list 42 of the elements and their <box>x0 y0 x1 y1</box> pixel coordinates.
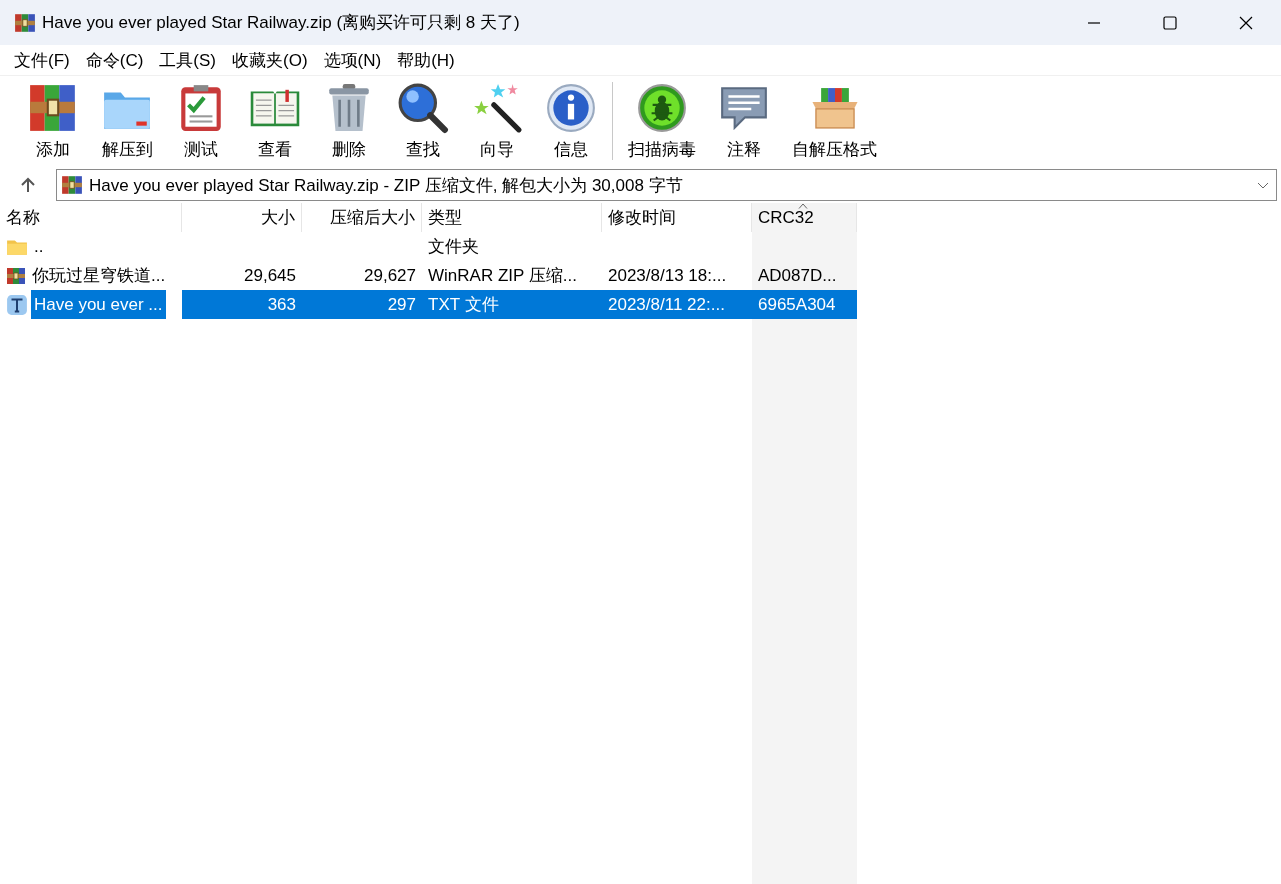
table-cell: 2023/8/11 22:... <box>602 290 752 319</box>
table-cell: 297 <box>302 290 422 319</box>
file-name[interactable]: Have you ever ... <box>31 290 166 319</box>
window-title: Have you ever played Star Railway.zip (离购买许可只剩 8 天了) <box>42 12 521 34</box>
table-cell-text: WinRAR ZIP 压缩... <box>427 265 578 287</box>
toolbar-button[interactable]: 信息 <box>534 76 608 166</box>
table-cell-text: 2023/8/13 18:... <box>607 264 728 287</box>
file-name[interactable]: 你玩过星穹铁道... <box>29 261 169 290</box>
menu-item[interactable]: 选项(N) <box>315 46 390 74</box>
menu-item[interactable]: 工具(S) <box>151 46 224 74</box>
maximize-icon[interactable] <box>1162 14 1178 31</box>
toolbar-button[interactable]: 添加 <box>16 76 90 166</box>
bug-icon <box>636 81 688 134</box>
archive-icon <box>6 265 26 286</box>
toolbar-button[interactable]: 删除 <box>312 76 386 166</box>
menu-item[interactable]: 收藏夹(O) <box>224 46 316 74</box>
app-logo-icon <box>14 11 36 34</box>
menu-item[interactable]: 帮助(H) <box>389 46 463 74</box>
table-cell-text: AD087D... <box>757 264 838 287</box>
toolbar-button[interactable]: 查看 <box>238 76 312 166</box>
toolbar-button[interactable]: 查找 <box>386 76 460 166</box>
toolbar-button[interactable]: 扫描病毒 <box>617 76 707 166</box>
text-file-icon <box>6 293 28 316</box>
table-cell-text: 29,627 <box>363 264 417 287</box>
magnifier-icon <box>397 81 449 134</box>
toolbar-button[interactable]: 注释 <box>707 76 781 166</box>
table-cell: 6965A304 <box>752 290 857 319</box>
table-cell: TXT 文件 <box>422 290 602 319</box>
toolbar-button[interactable]: 自解压格式 <box>781 76 888 166</box>
menu-item[interactable]: 文件(F) <box>6 46 78 74</box>
info-icon <box>545 81 597 134</box>
close-icon[interactable] <box>1238 14 1254 31</box>
table-cell: 363 <box>182 290 302 319</box>
archive-icon <box>61 174 83 196</box>
toolbar-button[interactable]: 测试 <box>164 76 238 166</box>
table-cell-text: 29,645 <box>243 264 297 287</box>
file-name[interactable]: .. <box>31 232 47 261</box>
menu-item[interactable]: 命令(C) <box>77 46 152 74</box>
toolbar-button[interactable]: 向导 <box>460 76 534 166</box>
table-cell-text: 文件夹 <box>427 236 480 258</box>
path-field[interactable]: Have you ever played Star Railway.zip - ZIP 压缩文件, 解包大小为 30,008 字节 <box>56 169 1277 201</box>
toolbar-button[interactable]: 解压到 <box>90 76 164 166</box>
